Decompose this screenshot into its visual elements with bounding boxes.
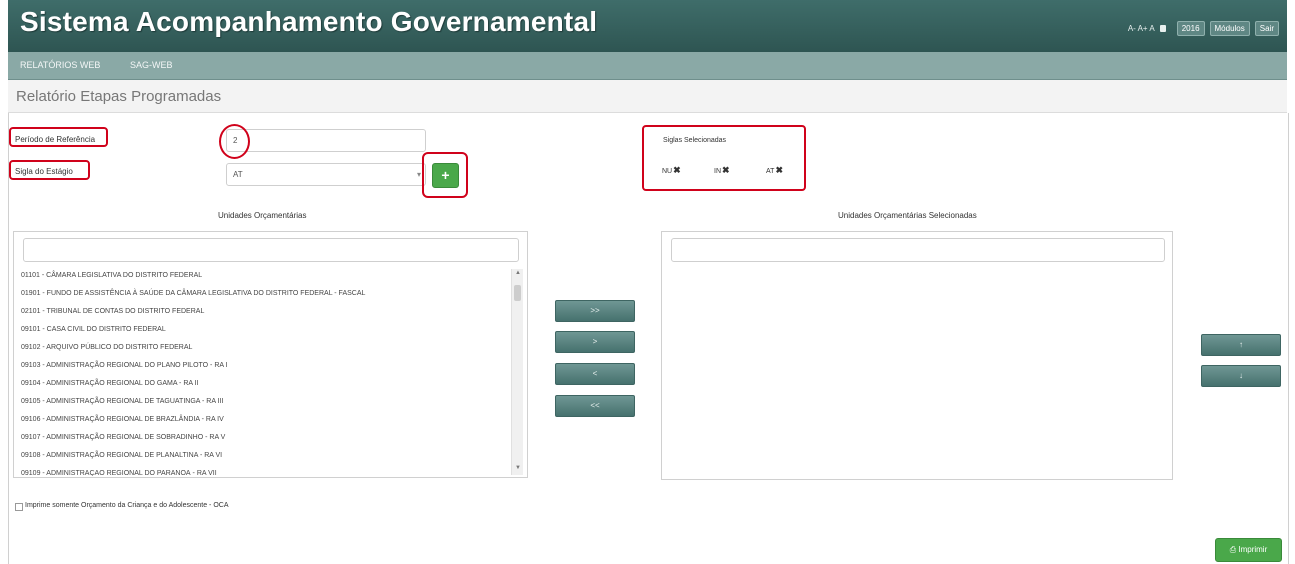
selecionadas-filter-input[interactable] xyxy=(671,238,1165,262)
list-item[interactable]: 09104 - ADMINISTRAÇÃO REGIONAL DO GAMA -… xyxy=(21,380,199,387)
app-header: Sistema Acompanhamento Governamental A- … xyxy=(8,0,1287,52)
list-item[interactable]: 02101 - TRIBUNAL DE CONTAS DO DISTRITO F… xyxy=(21,308,204,315)
highlight-periodo-label xyxy=(9,127,108,147)
unidades-panel: 01101 - CÂMARA LEGISLATIVA DO DISTRITO F… xyxy=(13,231,528,478)
list-item[interactable]: 09107 - ADMINISTRAÇÃO REGIONAL DE SOBRAD… xyxy=(21,434,225,441)
list-item[interactable]: 09102 - ARQUIVO PÚBLICO DO DISTRITO FEDE… xyxy=(21,344,192,351)
sair-button[interactable]: Sair xyxy=(1254,21,1279,36)
sigla-tag-at: AT✖ xyxy=(766,165,783,176)
periodo-input[interactable]: 2 xyxy=(226,129,426,152)
year-button[interactable]: 2016 xyxy=(1176,21,1205,36)
chevron-down-icon: ▾ xyxy=(416,170,421,179)
scroll-up-icon[interactable]: ▲ xyxy=(515,270,521,276)
siglas-selecionadas-title: Siglas Selecionadas xyxy=(663,137,727,144)
highlight-add-button xyxy=(422,152,468,198)
modulos-button[interactable]: Módulos xyxy=(1209,21,1250,36)
menu-item-sag-web[interactable]: SAG-WEB xyxy=(130,60,173,70)
sigla-tag-nu: NU✖ xyxy=(662,165,681,176)
move-up-button[interactable]: ↑ xyxy=(1201,334,1281,356)
siglas-selecionadas-panel xyxy=(642,125,806,191)
list-item[interactable]: 09106 - ADMINISTRAÇÃO REGIONAL DE BRAZLÂ… xyxy=(21,416,224,423)
menu-bar: RELATÓRIOS WEB SAG-WEB xyxy=(8,52,1287,80)
list-item[interactable]: 09109 - ADMINISTRAÇÃO REGIONAL DO PARANO… xyxy=(21,470,217,476)
page-title-bar: Relatório Etapas Programadas xyxy=(8,80,1287,113)
selecionadas-title: Unidades Orçamentárias Selecionadas xyxy=(838,211,977,220)
header-controls: A- A+ A 2016 Módulos Sair xyxy=(1128,21,1279,36)
list-item[interactable]: 09105 - ADMINISTRAÇÃO REGIONAL DE TAGUAT… xyxy=(21,398,223,405)
unidades-filter-input[interactable] xyxy=(23,238,519,262)
lock-icon xyxy=(1159,25,1166,32)
sigla-tag-label: AT xyxy=(766,168,775,175)
move-down-button[interactable]: ↓ xyxy=(1201,365,1281,387)
list-item[interactable]: 01901 - FUNDO DE ASSISTÊNCIA À SAÚDE DA … xyxy=(21,290,365,297)
list-item[interactable]: 01101 - CÂMARA LEGISLATIVA DO DISTRITO F… xyxy=(21,272,202,279)
sigla-tag-label: NU xyxy=(662,168,673,175)
print-button-label: Imprimir xyxy=(1238,545,1268,554)
oca-checkbox[interactable] xyxy=(15,503,23,511)
scroll-down-icon[interactable]: ▼ xyxy=(515,465,521,471)
scroll-thumb[interactable] xyxy=(514,285,521,301)
remove-icon[interactable]: ✖ xyxy=(775,165,783,175)
font-size-controls[interactable]: A- A+ A xyxy=(1128,24,1155,33)
list-item[interactable]: 09101 - CASA CIVIL DO DISTRITO FEDERAL xyxy=(21,326,166,333)
sigla-tag-label: IN xyxy=(714,168,721,175)
move-all-left-button[interactable]: << xyxy=(555,395,635,417)
remove-icon[interactable]: ✖ xyxy=(673,165,681,175)
app-title: Sistema Acompanhamento Governamental xyxy=(20,6,598,37)
unidades-title: Unidades Orçamentárias xyxy=(218,211,307,220)
list-item[interactable]: 09103 - ADMINISTRAÇÃO REGIONAL DO PLANO … xyxy=(21,362,228,369)
sigla-estagio-select[interactable]: AT ▾ xyxy=(226,163,426,186)
sigla-estagio-value: AT xyxy=(233,170,243,179)
highlight-periodo-input xyxy=(219,124,250,159)
list-item[interactable]: 09108 - ADMINISTRAÇÃO REGIONAL DE PLANAL… xyxy=(21,452,222,459)
sigla-tag-in: IN✖ xyxy=(714,165,730,176)
highlight-sigla-label xyxy=(9,160,90,180)
unidades-scrollbar[interactable]: ▲ ▼ xyxy=(511,269,523,475)
menu-item-relatorios-web[interactable]: RELATÓRIOS WEB xyxy=(20,60,100,70)
print-button[interactable]: ⎙ Imprimir xyxy=(1215,538,1282,562)
selecionadas-panel xyxy=(661,231,1173,480)
remove-icon[interactable]: ✖ xyxy=(722,165,730,175)
move-left-button[interactable]: < xyxy=(555,363,635,385)
move-right-button[interactable]: > xyxy=(555,331,635,353)
oca-checkbox-label: Imprime somente Orçamento da Criança e d… xyxy=(25,502,229,509)
move-all-right-button[interactable]: >> xyxy=(555,300,635,322)
page-title: Relatório Etapas Programadas xyxy=(16,88,222,105)
